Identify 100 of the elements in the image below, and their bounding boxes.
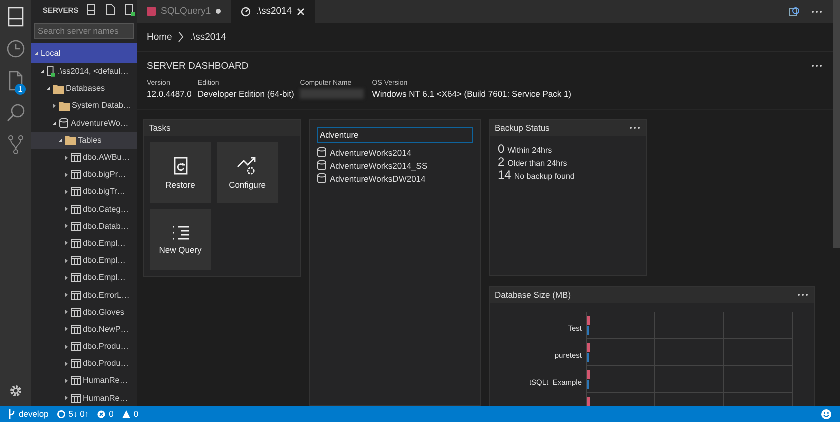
search-icon[interactable] [789,6,801,18]
collapsed-arrow-icon[interactable] [64,360,69,367]
server-icon[interactable] [124,4,135,16]
settings-icon[interactable] [8,384,22,398]
table-icon [71,204,81,214]
database-item[interactable]: AdventureWorksDW2014 [317,173,473,184]
table-icon [71,273,81,282]
table-icon [71,256,81,266]
collapsed-arrow-icon[interactable] [64,206,69,212]
chart-gear-icon [236,156,258,176]
sync-status[interactable]: 5↓ 0↑ [68,409,90,419]
tree-item[interactable]: dbo.bigPr… [31,166,137,184]
tree-item[interactable]: dbo.NewP… [31,320,137,338]
more-icon[interactable] [811,64,823,68]
widget-title: Database Size (MB) [495,290,572,300]
table-icon [71,359,81,368]
database-icon [317,160,327,171]
collapsed-arrow-icon[interactable] [64,240,69,246]
folder-icon [53,84,64,94]
collapsed-arrow-icon[interactable] [64,309,69,316]
widget-title: Backup Status [495,123,550,133]
database-item[interactable]: AdventureWorks2014_SS [317,160,473,171]
backup-label: Older than 24hrs [508,159,568,168]
table-icon [71,376,81,386]
tree-item[interactable]: dbo.Empl… [31,234,137,252]
tree-item[interactable]: dbo.Empl… [31,269,137,286]
expanded-arrow-icon[interactable] [40,69,45,74]
collapsed-arrow-icon[interactable] [64,395,69,402]
collapsed-arrow-icon[interactable] [64,274,69,281]
table-icon [71,324,81,334]
table-icon [71,290,81,300]
backup-label: No backup found [514,172,575,181]
folder-icon [59,100,70,111]
server-icon[interactable] [86,4,97,16]
editor-tab[interactable]: .\ss2014 [231,0,316,23]
backup-count: 2 [498,155,505,169]
tree-item[interactable]: dbo.bigTr… [31,183,137,200]
more-icon[interactable] [811,10,823,14]
table-icon [71,222,81,231]
collapsed-arrow-icon[interactable] [64,344,69,350]
server-icon [47,66,56,78]
database-item[interactable]: AdventureWorks2014 [317,147,473,158]
collapsed-arrow-icon[interactable] [52,102,57,109]
table-icon [71,394,81,403]
table-icon [71,170,81,180]
expanded-arrow-icon[interactable] [34,50,39,56]
collapsed-arrow-icon[interactable] [64,223,69,230]
folder-icon [65,135,76,146]
tree-item[interactable]: System Datab… [31,97,137,115]
smiley-icon[interactable] [821,408,832,420]
close-icon[interactable] [297,8,306,16]
more-icon[interactable] [797,293,809,297]
collapsed-arrow-icon[interactable] [64,292,69,298]
tree-item[interactable]: Databases [31,80,137,98]
chevron-icon [178,31,184,43]
tree-item[interactable]: dbo.ErrorL… [31,286,137,304]
collapsed-arrow-icon[interactable] [64,378,69,384]
collapsed-arrow-icon[interactable] [64,258,69,264]
task-tile[interactable]: Configure [217,142,278,203]
task-tile[interactable]: New Query [150,209,211,270]
sync-icon [56,410,66,418]
collapsed-arrow-icon[interactable] [64,154,69,161]
tree-item[interactable]: dbo.Categ… [31,200,137,218]
expanded-arrow-icon[interactable] [52,120,57,126]
more-icon[interactable] [629,126,641,130]
table-icon [71,153,81,162]
search-field[interactable]: Search server names [34,23,134,39]
property-value: 12.0.4487.0 [147,89,192,99]
unsaved-dot-icon [216,9,222,14]
tree-item[interactable]: Local [31,43,137,63]
tree-item[interactable]: dbo.Produ… [31,355,137,372]
warning-icon [122,410,131,418]
tree-item[interactable]: Tables [31,132,137,149]
branch-name[interactable]: develop [19,409,49,419]
widget-title: Tasks [149,123,171,133]
breadcrumb-item: .\ss2014 [190,32,226,42]
tree-item[interactable]: AdventureWo… [31,114,137,132]
tree-item[interactable]: dbo.Gloves [31,304,137,321]
task-tile[interactable]: Restore [150,142,211,203]
tree-item[interactable]: dbo.Produ… [31,338,137,356]
error-count[interactable]: 0 [109,409,114,419]
warning-count[interactable]: 0 [134,409,139,419]
tree-item[interactable]: HumanRe… [31,390,137,406]
error-icon [97,410,106,418]
property-value: Windows NT 6.1 <X64> (Build 7601: Service Pack 1) [372,89,572,99]
tree-item[interactable]: dbo.AWBu… [31,148,137,166]
file-icon[interactable] [106,4,116,16]
expanded-arrow-icon[interactable] [58,138,63,143]
search-field[interactable]: Adventure [317,127,473,143]
tree-item[interactable]: .\ss2014, <defaul… [31,63,137,80]
expanded-arrow-icon[interactable] [46,86,51,92]
tree-item[interactable]: dbo.Datab… [31,218,137,235]
breadcrumb-item[interactable]: Home [147,32,172,42]
collapsed-arrow-icon[interactable] [64,326,69,332]
table-icon [71,238,81,248]
notification-badge: 1 [15,84,26,95]
tree-item[interactable]: dbo.Empl… [31,252,137,270]
collapsed-arrow-icon[interactable] [64,188,69,195]
collapsed-arrow-icon[interactable] [64,172,69,178]
tree-item[interactable]: HumanRe… [31,372,137,390]
